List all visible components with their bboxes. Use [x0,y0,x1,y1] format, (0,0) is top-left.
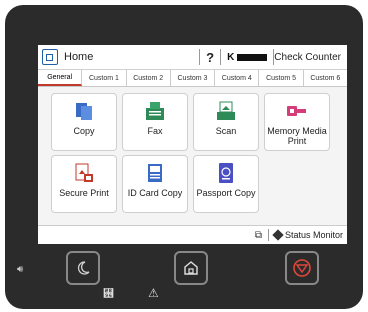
copy-label: Copy [73,126,95,136]
network-icon[interactable]: ⧉ [255,230,262,241]
divider [220,49,222,65]
tab-custom-4[interactable]: Custom 4 [215,70,260,86]
status-bar: ⧉ Status Monitor [38,225,347,244]
status-monitor-label: Status Monitor [284,230,343,240]
touch-screen: Home ? K Check Counter General Custom 1 … [38,45,347,244]
passport-icon [219,163,233,183]
memory-media-print-label: Memory Media Print [267,126,327,146]
secure-print-label: Secure Print [59,188,109,198]
id-card-copy-label: ID Card Copy [127,188,183,198]
tab-custom-2[interactable]: Custom 2 [127,70,171,86]
home-icon[interactable] [42,49,58,65]
error-indicator-icon: ⚠︎ [148,286,159,300]
lock-document-icon [75,163,93,182]
home-hw-icon [184,261,198,275]
check-counter-button[interactable]: Check Counter [274,52,341,63]
tab-custom-6[interactable]: Custom 6 [304,70,347,86]
moon-icon [77,261,90,275]
top-bar: Home ? K Check Counter [38,45,347,70]
passport-copy-tile[interactable]: Passport Copy [193,155,259,213]
id-card-icon [148,164,162,182]
divider [267,229,269,241]
scan-icon [217,101,235,120]
home-button[interactable] [174,251,208,285]
energy-saver-button[interactable] [66,251,100,285]
memory-media-print-tile[interactable]: Memory Media Print [264,93,330,151]
toner-level-bar [237,53,268,61]
fax-label: Fax [147,126,163,136]
copy-icon [76,103,92,120]
fax-icon [146,102,164,120]
toner-label: K [227,51,235,63]
passport-copy-label: Passport Copy [196,188,256,198]
tab-general[interactable]: General [38,70,83,86]
help-button[interactable]: ? [206,50,214,65]
tab-custom-1[interactable]: Custom 1 [82,70,127,86]
secure-print-tile[interactable]: Secure Print [51,155,117,213]
status-monitor-button[interactable]: Status Monitor [272,229,343,241]
divider [199,49,201,65]
scan-tile[interactable]: Scan [193,93,259,151]
home-label: Home [64,51,94,63]
stop-button[interactable] [285,251,319,285]
tab-custom-5[interactable]: Custom 5 [259,70,304,86]
tab-bar: General Custom 1 Custom 2 Custom 3 Custo… [38,70,347,87]
data-indicator-icon: ⮖ [103,288,114,300]
scan-label: Scan [215,126,237,136]
speaker-icon[interactable]: 🔊︎ [17,264,23,275]
stop-icon [293,259,311,277]
status-monitor-icon [272,229,284,241]
id-card-copy-tile[interactable]: ID Card Copy [122,155,188,213]
printer-panel: Home ? K Check Counter General Custom 1 … [5,5,363,309]
fax-tile[interactable]: Fax [122,93,188,151]
copy-tile[interactable]: Copy [51,93,117,151]
tab-custom-3[interactable]: Custom 3 [171,70,216,86]
usb-icon [287,106,306,116]
